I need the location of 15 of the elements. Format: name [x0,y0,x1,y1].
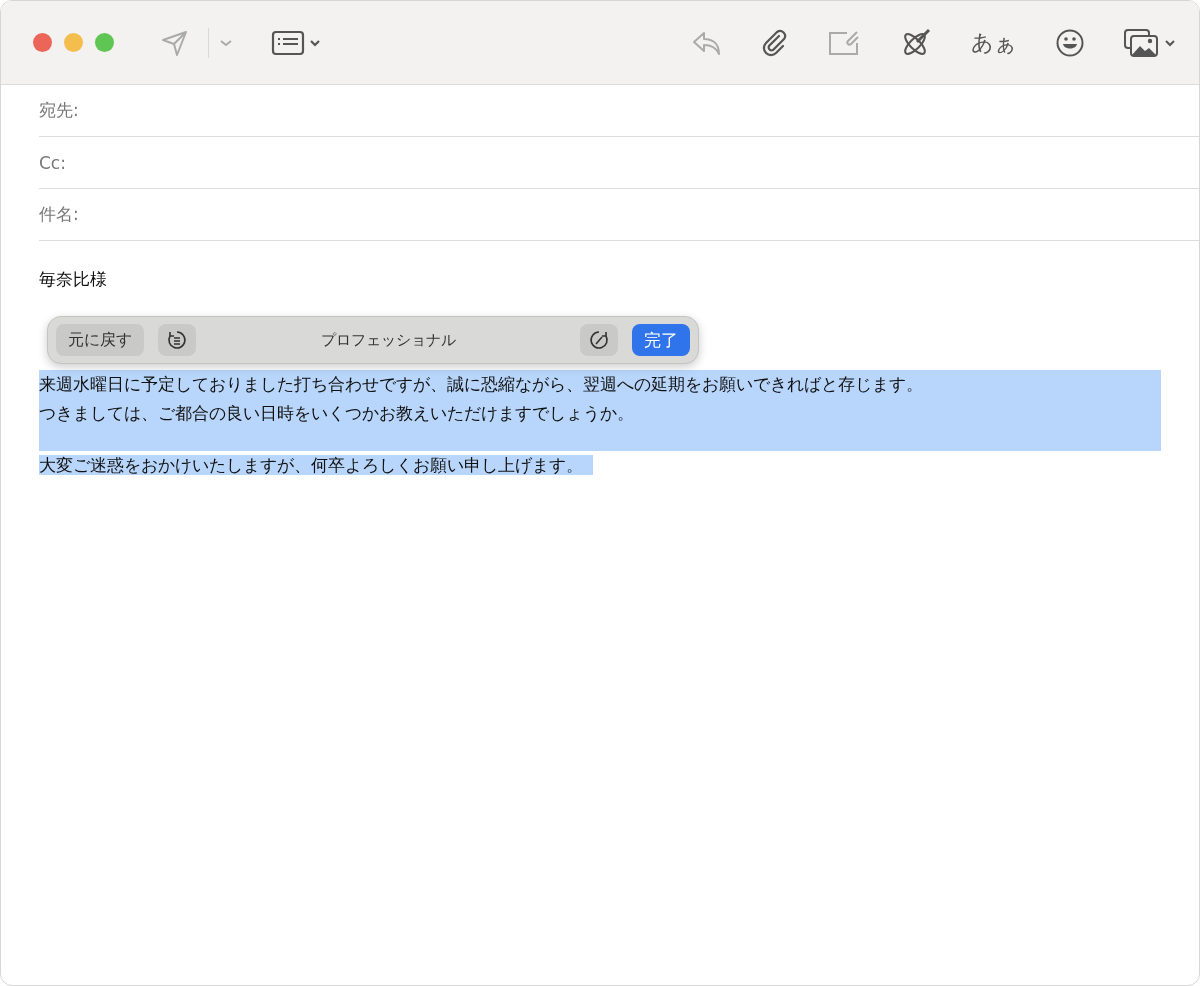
rewrite-icon[interactable] [580,324,618,356]
body-paragraph: 毎奈比様 [39,268,108,291]
paperclip-button[interactable] [761,27,789,58]
revert-button[interactable]: 元に戻す [56,324,144,356]
emoji-button[interactable] [1055,27,1085,58]
header-field[interactable]: Cc: [39,137,1199,189]
done-button[interactable]: 完了 [632,324,690,356]
fonts-button[interactable]: あぁ [971,27,1017,58]
summary-icon[interactable] [158,324,196,356]
header-field[interactable]: 件名: [39,189,1199,241]
close-button[interactable] [33,33,52,52]
tone-label: プロフェッショナル [319,330,457,350]
header-fields-button[interactable] [271,29,323,56]
body-paragraph: 大変ご迷惑をおかけいたしますが、何卒よろしくお願い申し上げます。 [39,455,593,475]
header-field[interactable]: 宛先: [39,85,1199,137]
